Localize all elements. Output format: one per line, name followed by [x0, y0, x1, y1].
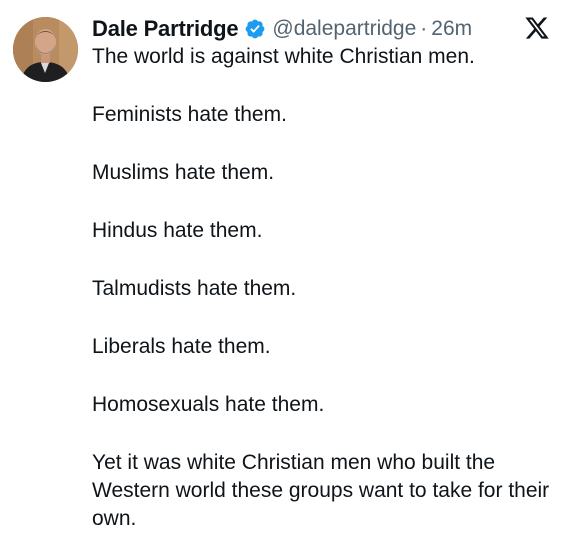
avatar[interactable] [13, 17, 78, 82]
tweet-line: The world is against white Christian men… [92, 45, 475, 68]
author-handle[interactable]: @dalepartridge [272, 17, 416, 41]
avatar-image [13, 17, 78, 82]
tweet-line: Homosexuals hate them. [92, 393, 325, 416]
tweet-text: The world is against white Christian men… [92, 43, 552, 533]
tweet-card: Dale Partridge @dalepartridge · 26m The … [0, 0, 568, 547]
tweet-header: Dale Partridge @dalepartridge · 26m [92, 12, 548, 46]
x-logo-icon [524, 15, 550, 41]
tweet-line: Feminists hate them. [92, 103, 287, 126]
tweet-timestamp[interactable]: 26m [431, 17, 472, 41]
tweet-line: Yet it was white Christian men who built… [92, 451, 550, 530]
tweet-line: Hindus hate them. [92, 219, 263, 242]
verified-badge-icon [244, 18, 266, 40]
tweet-line: Muslims hate them. [92, 161, 275, 184]
tweet-line: Talmudists hate them. [92, 277, 297, 300]
header-separator: · [420, 17, 428, 40]
author-display-name[interactable]: Dale Partridge [92, 16, 239, 42]
tweet-line: Liberals hate them. [92, 335, 271, 358]
